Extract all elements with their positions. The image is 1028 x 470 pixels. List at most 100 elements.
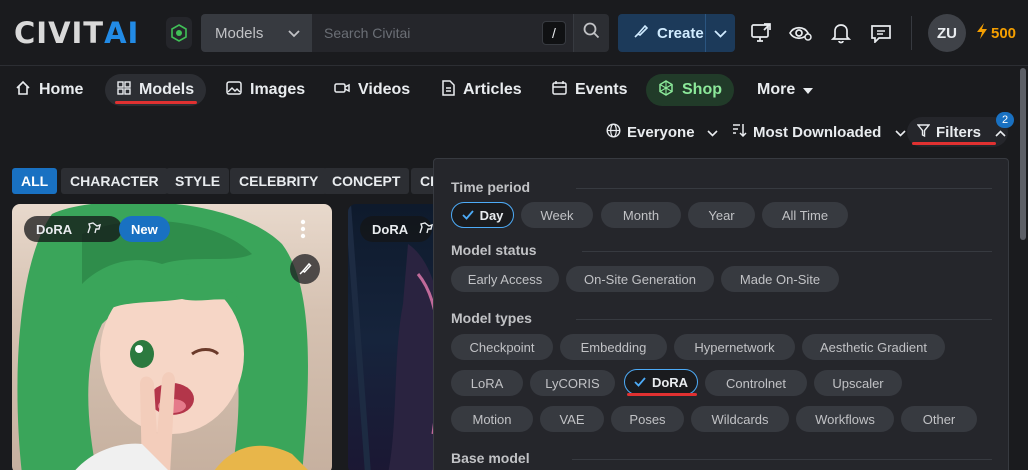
chip-time-month[interactable]: Month bbox=[601, 202, 681, 228]
audience-value: Everyone bbox=[627, 123, 695, 141]
top-header: CIVITAI Models / Create bbox=[0, 0, 1028, 66]
tag-celebrity[interactable]: CELEBRITY bbox=[230, 168, 328, 194]
nav-videos[interactable]: Videos bbox=[322, 74, 422, 106]
chip-type-motion[interactable]: Motion bbox=[451, 406, 533, 432]
search-input[interactable] bbox=[312, 14, 573, 52]
chip-label: Day bbox=[479, 207, 504, 223]
sort-select[interactable]: Most Downloaded bbox=[732, 118, 906, 146]
audience-select[interactable]: Everyone bbox=[606, 118, 718, 146]
buzz-amount: 500 bbox=[991, 24, 1017, 42]
tag-style[interactable]: STYLE bbox=[166, 168, 230, 194]
sort-icon bbox=[732, 123, 747, 141]
chat-icon[interactable] bbox=[868, 20, 894, 46]
search-shortcut-key: / bbox=[542, 21, 566, 45]
new-badge: New bbox=[119, 216, 170, 242]
main-nav: Home Models Images Videos Articles Event… bbox=[0, 66, 1028, 114]
chip-status-onsite-generation[interactable]: On-Site Generation bbox=[566, 266, 714, 292]
user-avatar[interactable]: ZU bbox=[928, 14, 966, 52]
filters-label: Filters bbox=[936, 123, 982, 141]
chip-type-dora[interactable]: DoRA bbox=[624, 369, 698, 395]
tag-character[interactable]: CHARACTER bbox=[61, 168, 168, 194]
scrollbar-thumb[interactable] bbox=[1020, 68, 1026, 240]
section-title-time-period: Time period bbox=[451, 179, 531, 195]
nav-images[interactable]: Images bbox=[214, 74, 317, 106]
shop-icon bbox=[658, 79, 674, 101]
video-icon bbox=[334, 81, 350, 99]
model-card[interactable]: DoRA New bbox=[12, 204, 332, 470]
chip-status-made-onsite[interactable]: Made On-Site bbox=[721, 266, 839, 292]
filters-dropdown: Time period Day Week Month Year All Time… bbox=[433, 158, 1009, 470]
chip-type-controlnet[interactable]: Controlnet bbox=[705, 370, 807, 396]
brush-icon bbox=[632, 23, 649, 44]
nav-more[interactable]: More bbox=[745, 74, 825, 106]
nav-home-label: Home bbox=[39, 81, 84, 98]
chip-type-lora[interactable]: LoRA bbox=[451, 370, 523, 396]
nav-events[interactable]: Events bbox=[540, 74, 639, 106]
chevron-down-icon bbox=[895, 124, 906, 141]
search-category-select[interactable]: Models bbox=[201, 14, 312, 52]
chip-type-workflows[interactable]: Workflows bbox=[796, 406, 894, 432]
more-options-icon[interactable] bbox=[298, 218, 308, 240]
nav-shop[interactable]: Shop bbox=[646, 74, 734, 106]
search-button[interactable] bbox=[573, 14, 609, 52]
model-preview-image bbox=[17, 204, 308, 470]
create-dropdown-toggle[interactable] bbox=[706, 25, 735, 42]
chip-status-early-access[interactable]: Early Access bbox=[451, 266, 559, 292]
chevron-down-icon bbox=[706, 124, 718, 141]
nav-videos-label: Videos bbox=[358, 81, 411, 98]
civitai-logo[interactable]: CIVIT AI bbox=[14, 16, 139, 50]
calendar-icon bbox=[552, 80, 567, 100]
chip-time-all[interactable]: All Time bbox=[762, 202, 848, 228]
check-icon bbox=[461, 208, 474, 223]
model-type-label: DoRA bbox=[36, 221, 73, 237]
nav-shop-label: Shop bbox=[682, 81, 722, 98]
nav-articles[interactable]: Articles bbox=[430, 74, 534, 106]
create-label: Create bbox=[657, 24, 704, 42]
logo-badge-icon[interactable] bbox=[166, 17, 192, 49]
model-type-badge: DoRA bbox=[24, 216, 122, 242]
chip-type-other[interactable]: Other bbox=[901, 406, 977, 432]
chip-type-hypernetwork[interactable]: Hypernetwork bbox=[674, 334, 795, 360]
filter-icon bbox=[916, 123, 931, 141]
highlight-underline-dora bbox=[627, 393, 697, 396]
filters-count-badge: 2 bbox=[996, 112, 1014, 128]
model-type-label: DoRA bbox=[372, 221, 409, 237]
tag-concept[interactable]: CONCEPT bbox=[323, 168, 410, 194]
upload-screen-icon[interactable] bbox=[748, 20, 774, 46]
eye-settings-icon[interactable] bbox=[788, 20, 814, 46]
section-divider bbox=[582, 251, 992, 252]
section-divider bbox=[576, 319, 992, 320]
create-button[interactable]: Create bbox=[618, 14, 735, 52]
home-icon bbox=[15, 80, 31, 101]
chip-type-embedding[interactable]: Embedding bbox=[560, 334, 667, 360]
buzz-balance[interactable]: 500 bbox=[975, 22, 1016, 44]
search-icon bbox=[583, 22, 600, 44]
chip-time-day[interactable]: Day bbox=[451, 202, 514, 228]
highlight-underline-models bbox=[115, 101, 197, 104]
check-icon bbox=[634, 375, 646, 390]
lightning-icon bbox=[975, 22, 989, 44]
chip-type-upscaler[interactable]: Upscaler bbox=[814, 370, 902, 396]
chip-time-year[interactable]: Year bbox=[688, 202, 755, 228]
bell-icon[interactable] bbox=[828, 20, 854, 46]
chip-type-vae[interactable]: VAE bbox=[540, 406, 604, 432]
logo-main-text: CIVIT bbox=[14, 16, 105, 50]
image-icon bbox=[226, 80, 242, 100]
document-icon bbox=[442, 79, 455, 101]
section-divider bbox=[576, 188, 992, 189]
page-scrollbar[interactable] bbox=[1018, 66, 1028, 470]
tag-all[interactable]: ALL bbox=[12, 168, 58, 194]
chip-type-lycoris[interactable]: LyCORIS bbox=[530, 370, 615, 396]
chip-label: DoRA bbox=[651, 374, 689, 390]
chip-type-poses[interactable]: Poses bbox=[611, 406, 684, 432]
chip-type-aesthetic-gradient[interactable]: Aesthetic Gradient bbox=[802, 334, 945, 360]
caret-down-icon bbox=[803, 81, 814, 99]
sort-value: Most Downloaded bbox=[753, 123, 882, 141]
generate-brush-icon[interactable] bbox=[290, 254, 320, 284]
nav-home[interactable]: Home bbox=[3, 74, 95, 106]
chip-time-week[interactable]: Week bbox=[521, 202, 593, 228]
chip-type-checkpoint[interactable]: Checkpoint bbox=[451, 334, 553, 360]
section-title-base-model: Base model bbox=[451, 450, 530, 466]
grid-icon bbox=[117, 80, 131, 100]
chip-type-wildcards[interactable]: Wildcards bbox=[691, 406, 789, 432]
